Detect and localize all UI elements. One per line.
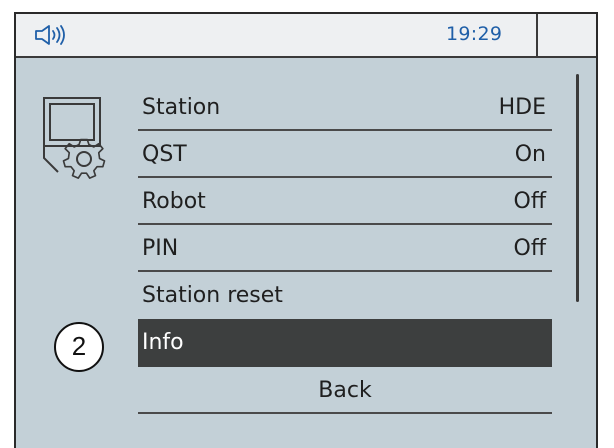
status-divider	[536, 14, 538, 56]
menu-item-info[interactable]: Info	[138, 319, 552, 367]
callout-number: 2	[54, 322, 104, 372]
menu-item-back[interactable]: Back	[138, 367, 552, 414]
menu-item-label: Robot	[142, 189, 206, 214]
menu-item-label: Station reset	[142, 283, 283, 308]
status-bar: 19:29	[16, 14, 596, 58]
menu-item-label: Station	[142, 95, 221, 120]
menu-item-value: Off	[513, 189, 546, 214]
menu-item-label: PIN	[142, 236, 179, 261]
menu-item-value: Off	[513, 236, 546, 261]
device-screen: 19:29 Station HDE QST On Robot Off PIN O…	[14, 12, 598, 448]
speaker-volume-icon[interactable]	[34, 24, 68, 46]
menu-item-label: Back	[318, 378, 372, 403]
menu-item-station[interactable]: Station HDE	[138, 84, 552, 131]
menu-item-robot[interactable]: Robot Off	[138, 178, 552, 225]
menu-item-pin[interactable]: PIN Off	[138, 225, 552, 272]
scrollbar[interactable]	[576, 74, 579, 302]
menu-list: Station HDE QST On Robot Off PIN Off Sta…	[138, 84, 552, 414]
menu-item-value: On	[514, 142, 546, 167]
menu-item-value: HDE	[498, 95, 546, 120]
menu-item-label: Info	[142, 330, 184, 355]
menu-item-qst[interactable]: QST On	[138, 131, 552, 178]
menu-item-label: QST	[142, 142, 187, 167]
station-settings-icon	[42, 96, 114, 182]
menu-item-station-reset[interactable]: Station reset	[138, 272, 552, 319]
clock-time: 19:29	[446, 23, 503, 45]
